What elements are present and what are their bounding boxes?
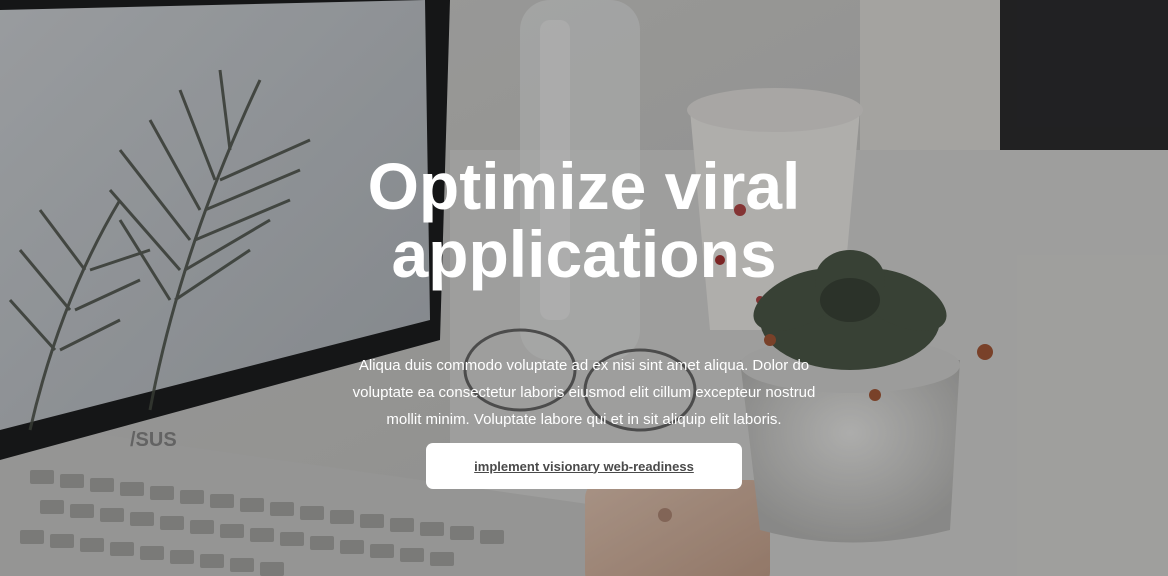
hero-content: Optimize viral applications Aliqua duis … [0, 0, 1168, 576]
hero-description: Aliqua duis commodo voluptate ad ex nisi… [352, 357, 816, 428]
cta-button[interactable]: implement visionary web-readiness [426, 443, 742, 489]
hero-section: /SUS Optimize viral applications Aliqua … [0, 0, 1168, 576]
hero-headline: Optimize viral applications [367, 149, 801, 291]
cta-button-label: implement visionary web-readiness [474, 458, 694, 474]
